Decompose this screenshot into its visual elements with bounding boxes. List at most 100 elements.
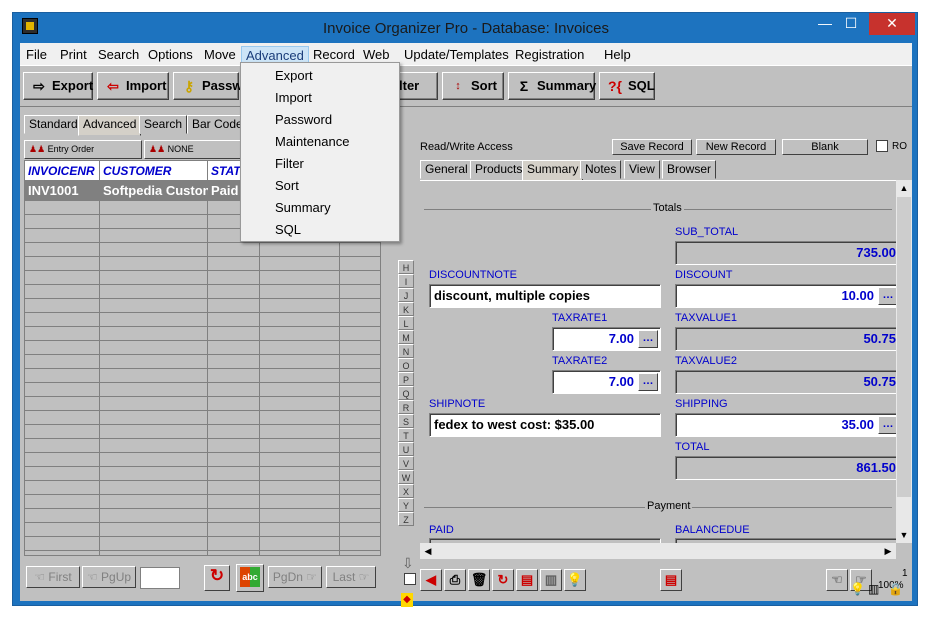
index-letter-y[interactable]: Y (398, 498, 414, 512)
minimize-button[interactable]: — (811, 13, 839, 35)
tab-advanced[interactable]: Advanced (78, 115, 142, 136)
col-invoicenr[interactable]: INVOICENR (25, 161, 100, 181)
menu-web[interactable]: Web (359, 46, 394, 63)
secondary-order-button[interactable]: ♟♟ NONE (144, 140, 244, 159)
col-customer[interactable]: CUSTOMER (100, 161, 208, 181)
attach-button[interactable]: ▤ (660, 569, 682, 591)
scroll-up-arrow[interactable]: ▲ (896, 180, 912, 196)
menu-item-import[interactable]: Import (275, 87, 312, 109)
close-button[interactable]: ✕ (869, 13, 915, 35)
menu-item-sort[interactable]: Sort (275, 175, 299, 197)
menu-update-templates[interactable]: Update/Templates (400, 46, 513, 63)
tip-button[interactable]: 💡 (564, 569, 586, 591)
tab-notes[interactable]: Notes (580, 160, 622, 179)
maximize-button[interactable]: ☐ (837, 13, 865, 35)
prev-record-button[interactable]: ☜ (826, 569, 848, 591)
undo-button[interactable]: ↻ (492, 569, 514, 591)
discount-picker-button[interactable]: … (878, 287, 896, 305)
last-button[interactable]: Last ☞ (326, 566, 376, 588)
menu-print[interactable]: Print (56, 46, 91, 63)
entry-order-button[interactable]: ♟♟ Entry Order (24, 140, 142, 159)
discount-field[interactable]: 10.00… (675, 284, 896, 308)
index-letter-o[interactable]: O (398, 358, 414, 372)
delete-button[interactable]: 🗑 (468, 569, 490, 591)
pgup-button[interactable]: ☜ PgUp (82, 566, 136, 588)
index-letter-r[interactable]: R (398, 400, 414, 414)
index-letter-u[interactable]: U (398, 442, 414, 456)
index-letter-k[interactable]: K (398, 302, 414, 316)
summary-button[interactable]: Σ Summary (508, 72, 596, 100)
index-letter-j[interactable]: J (398, 288, 414, 302)
taxrate1-picker-button[interactable]: … (638, 330, 658, 348)
menu-record[interactable]: Record (309, 46, 359, 63)
index-letter-w[interactable]: W (398, 470, 414, 484)
discountnote-field[interactable]: discount, multiple copies (429, 284, 661, 308)
password-button[interactable]: ⚷ Passw (173, 72, 242, 100)
menu-item-sql[interactable]: SQL (275, 219, 301, 241)
duplicate-button[interactable]: ▥ (540, 569, 562, 591)
copy-record-button[interactable]: ▤ (516, 569, 538, 591)
sql-button[interactable]: ?{SQL (599, 72, 655, 100)
menu-item-maintenance[interactable]: Maintenance (275, 131, 349, 153)
shipping-field[interactable]: 35.00… (675, 413, 896, 437)
index-letter-t[interactable]: T (398, 428, 414, 442)
import-button[interactable]: ⇦ Import (97, 72, 169, 100)
shipping-picker-button[interactable]: … (878, 416, 896, 434)
down-arrow-icon[interactable]: ⇩ (402, 555, 416, 571)
back-arrow-button[interactable]: ◀ (420, 569, 442, 591)
index-letter-v[interactable]: V (398, 456, 414, 470)
menu-item-filter[interactable]: Filter (275, 153, 304, 175)
menu-help[interactable]: Help (600, 46, 635, 63)
index-letter-z[interactable]: Z (398, 512, 414, 526)
index-letter-h[interactable]: H (398, 260, 414, 274)
tab-general[interactable]: General (420, 160, 473, 179)
ro-checkbox[interactable] (876, 140, 888, 152)
menu-options[interactable]: Options (144, 46, 197, 63)
record-number-input[interactable] (140, 567, 180, 589)
index-letter-x[interactable]: X (398, 484, 414, 498)
new-record-button[interactable]: New Record (696, 139, 776, 155)
select-checkbox[interactable] (404, 573, 416, 585)
tab-bar-code[interactable]: Bar Code (187, 115, 248, 134)
save-record-button[interactable]: Save Record (612, 139, 692, 155)
tab-search[interactable]: Search (139, 115, 188, 134)
scroll-right-arrow[interactable]: ▶ (880, 543, 896, 559)
index-letter-m[interactable]: M (398, 330, 414, 344)
menu-move[interactable]: Move (200, 46, 240, 63)
scroll-left-arrow[interactable]: ◀ (420, 543, 436, 559)
shipnote-field[interactable]: fedex to west cost: $35.00 (429, 413, 661, 437)
sort-button[interactable]: ↕ Sort (442, 72, 504, 100)
vertical-scrollbar[interactable]: ▲ ▼ (896, 180, 912, 543)
menu-item-export[interactable]: Export (275, 65, 313, 87)
menu-item-summary[interactable]: Summary (275, 197, 331, 219)
horizontal-scrollbar[interactable]: ◀ ▶ (420, 543, 896, 559)
menu-search[interactable]: Search (94, 46, 143, 63)
tab-products[interactable]: Products (470, 160, 528, 179)
index-letter-i[interactable]: I (398, 274, 414, 288)
menu-registration[interactable]: Registration (511, 46, 588, 63)
scroll-down-arrow[interactable]: ▼ (896, 527, 912, 543)
tab-browser[interactable]: Browser (662, 160, 717, 179)
tab-standard[interactable]: Standard (24, 115, 83, 134)
taxrate2-field[interactable]: 7.00… (552, 370, 661, 394)
menu-advanced[interactable]: Advanced (241, 46, 309, 63)
export-button[interactable]: ⇨ Export (23, 72, 93, 100)
tab-view[interactable]: View (624, 160, 660, 179)
taxrate2-picker-button[interactable]: … (638, 373, 658, 391)
taxrate1-field[interactable]: 7.00… (552, 327, 661, 351)
splitter-icon[interactable]: ◆ (401, 593, 413, 607)
tab-summary[interactable]: Summary (522, 160, 584, 181)
index-letter-p[interactable]: P (398, 372, 414, 386)
menu-file[interactable]: File (22, 46, 51, 63)
abc-button[interactable]: abc (236, 564, 264, 592)
menu-item-password[interactable]: Password (275, 109, 332, 131)
pgdn-button[interactable]: PgDn ☞ (268, 566, 322, 588)
first-button[interactable]: ☜ First (26, 566, 80, 588)
scroll-thumb[interactable] (897, 197, 911, 497)
index-letter-n[interactable]: N (398, 344, 414, 358)
index-letter-s[interactable]: S (398, 414, 414, 428)
print-button[interactable]: ⎙ (444, 569, 466, 591)
refresh-button[interactable]: ↻ (204, 565, 230, 591)
index-letter-l[interactable]: L (398, 316, 414, 330)
blank-button[interactable]: Blank (782, 139, 868, 155)
